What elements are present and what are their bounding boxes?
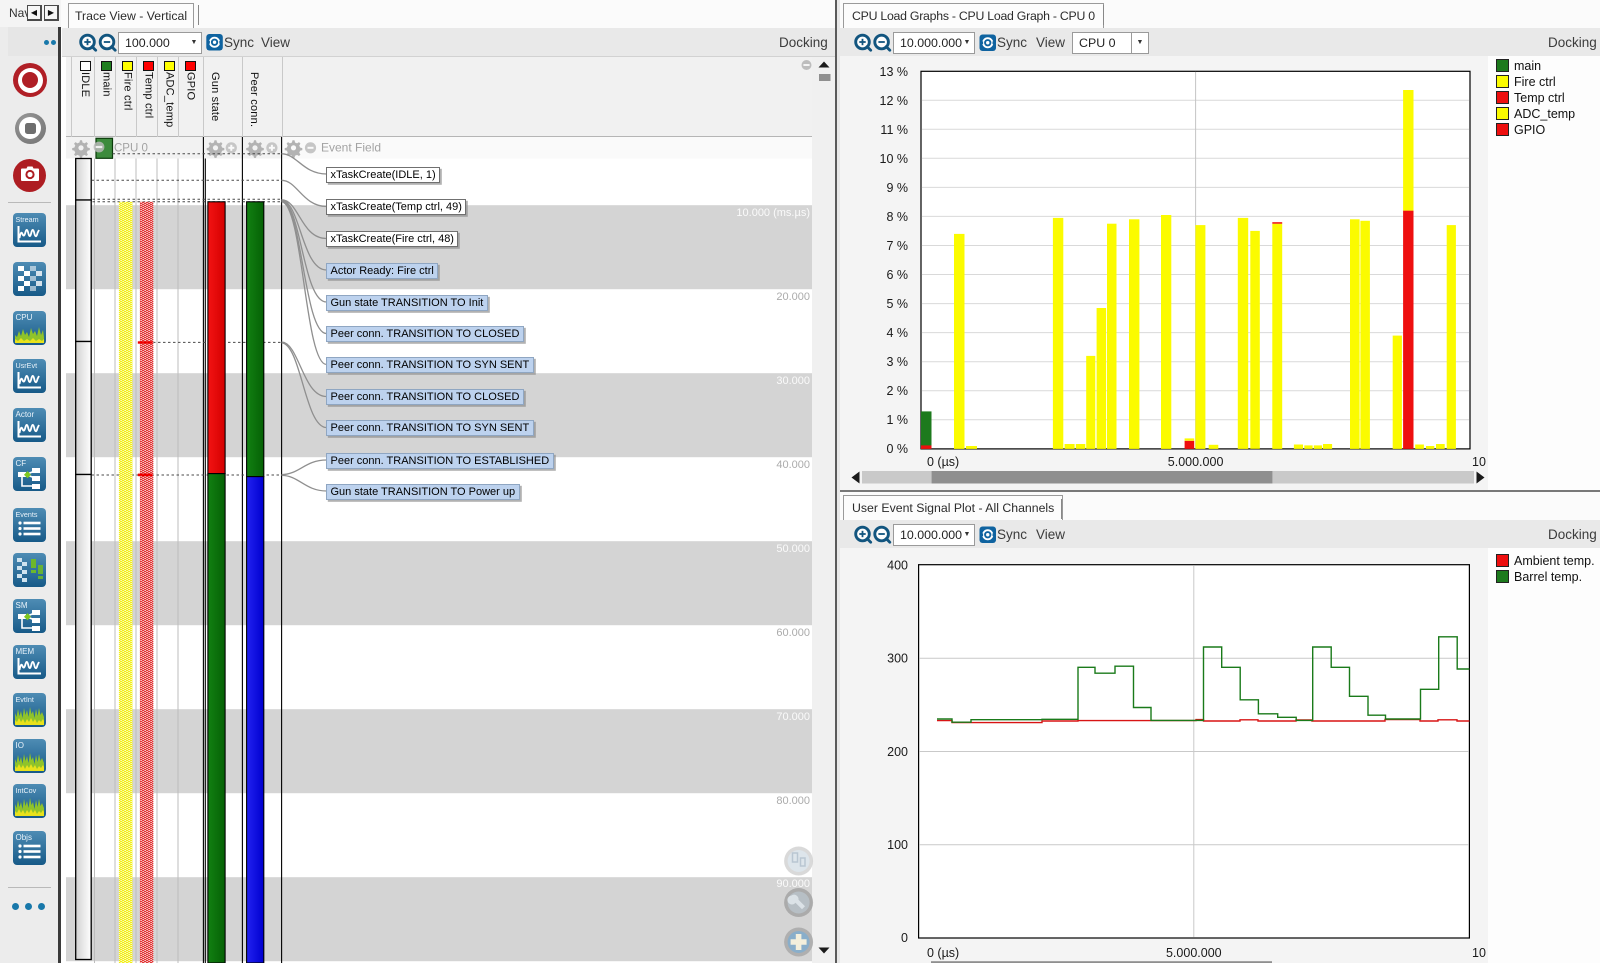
svg-text:CPU: CPU xyxy=(16,313,33,322)
svg-text:Ambient temp.: Ambient temp. xyxy=(1514,554,1595,568)
svg-text:0 (µs): 0 (µs) xyxy=(927,455,959,469)
svg-text:3 %: 3 % xyxy=(886,355,908,369)
svg-text:5.000.000: 5.000.000 xyxy=(1168,455,1224,469)
svg-text:70.000: 70.000 xyxy=(776,711,810,723)
svg-text:Fire ctrl: Fire ctrl xyxy=(1514,75,1556,89)
svg-text:80.000: 80.000 xyxy=(776,795,810,807)
svg-text:400: 400 xyxy=(887,559,908,573)
svg-text:12 %: 12 % xyxy=(880,94,909,108)
svg-text:20.000: 20.000 xyxy=(776,291,810,303)
svg-text:40.000: 40.000 xyxy=(776,459,810,471)
svg-text:300: 300 xyxy=(887,652,908,666)
svg-text:10: 10 xyxy=(1472,455,1486,469)
svg-text:5 %: 5 % xyxy=(886,297,908,311)
svg-text:60.000: 60.000 xyxy=(776,627,810,639)
svg-text:10.000 (ms.µs): 10.000 (ms.µs) xyxy=(736,207,810,219)
svg-text:EvtInt: EvtInt xyxy=(16,695,34,704)
svg-text:6 %: 6 % xyxy=(886,268,908,282)
svg-text:90.000: 90.000 xyxy=(776,878,810,890)
svg-text:MEM: MEM xyxy=(16,647,35,656)
svg-text:Temp ctrl: Temp ctrl xyxy=(1514,91,1565,105)
svg-text:5.000.000: 5.000.000 xyxy=(1166,946,1222,960)
svg-text:Events: Events xyxy=(16,510,38,519)
svg-text:1 %: 1 % xyxy=(886,413,908,427)
svg-text:4 %: 4 % xyxy=(886,326,908,340)
svg-text:Stream: Stream xyxy=(16,215,39,224)
svg-text:Objs: Objs xyxy=(16,833,32,842)
svg-text:GPIO: GPIO xyxy=(1514,123,1546,137)
svg-text:0: 0 xyxy=(901,931,908,945)
svg-text:0 %: 0 % xyxy=(886,442,908,456)
svg-text:8 %: 8 % xyxy=(886,210,908,224)
svg-text:IntCov: IntCov xyxy=(16,786,37,795)
svg-text:Actor: Actor xyxy=(16,410,35,419)
svg-text:200: 200 xyxy=(887,745,908,759)
svg-text:0 (µs): 0 (µs) xyxy=(927,946,959,960)
svg-text:50.000: 50.000 xyxy=(776,543,810,555)
svg-text:CPU 0: CPU 0 xyxy=(114,143,148,155)
svg-text:SM: SM xyxy=(16,601,28,610)
svg-text:13 %: 13 % xyxy=(880,65,909,79)
svg-text:IO: IO xyxy=(16,741,24,750)
svg-text:10: 10 xyxy=(1472,946,1486,960)
svg-text:main: main xyxy=(1514,59,1541,73)
svg-text:100: 100 xyxy=(887,838,908,852)
svg-text:CF: CF xyxy=(16,459,27,468)
svg-text:30.000: 30.000 xyxy=(776,375,810,387)
svg-text:11 %: 11 % xyxy=(880,123,908,137)
svg-text:ADC_temp: ADC_temp xyxy=(1514,107,1575,121)
svg-text:UsrEvt: UsrEvt xyxy=(16,361,38,370)
svg-text:9 %: 9 % xyxy=(886,181,908,195)
svg-text:7 %: 7 % xyxy=(886,239,908,253)
svg-text:2 %: 2 % xyxy=(886,384,908,398)
svg-text:Event Field: Event Field xyxy=(321,141,381,155)
svg-text:10 %: 10 % xyxy=(880,152,909,166)
svg-text:Barrel temp.: Barrel temp. xyxy=(1514,570,1582,584)
